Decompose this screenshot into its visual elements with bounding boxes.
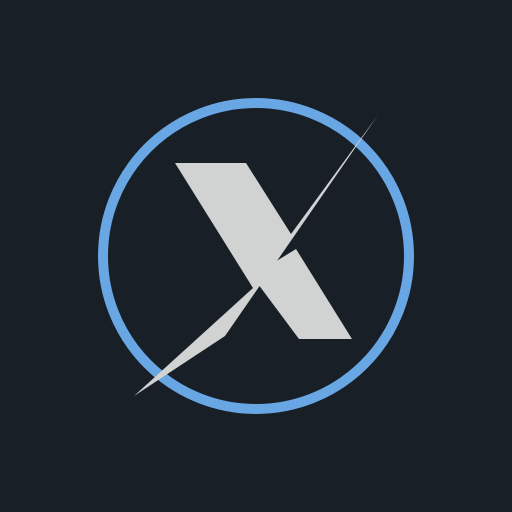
- x-circle-logo-icon: [0, 0, 512, 512]
- app-icon-canvas: [0, 0, 512, 512]
